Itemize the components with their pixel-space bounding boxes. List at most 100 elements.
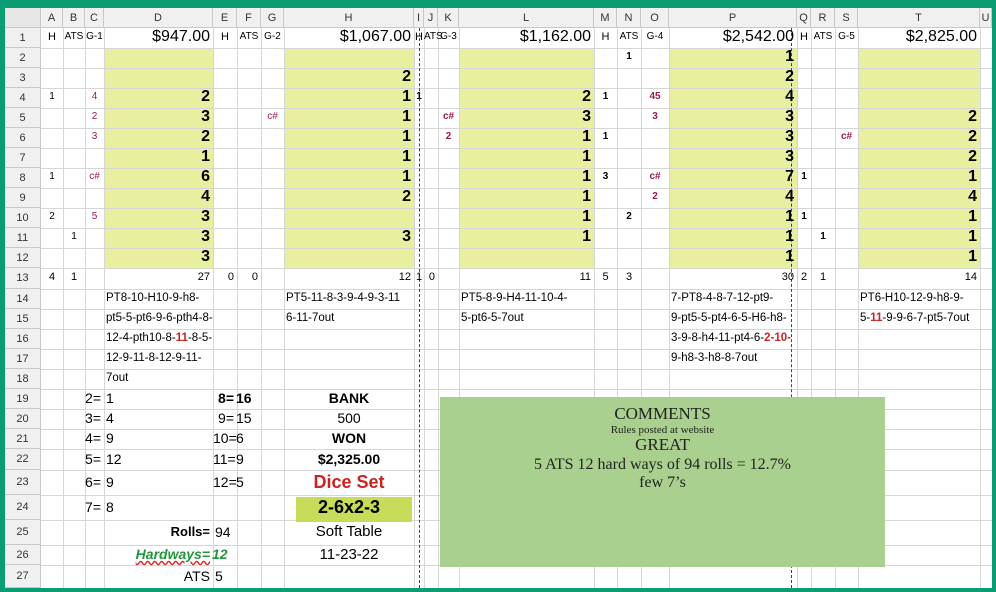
column-header-n[interactable]: N: [617, 8, 641, 28]
row-header-17[interactable]: 17: [5, 349, 41, 369]
row-header-23[interactable]: 23: [5, 470, 41, 495]
column-header-j[interactable]: J: [424, 8, 438, 28]
roll-sequence-line: 9-h8-3-h8-8-7out: [671, 352, 757, 365]
row-header-3[interactable]: 3: [5, 68, 41, 88]
ats-label: ATS: [183, 567, 210, 584]
game-flag: 45: [649, 91, 661, 102]
column-header-h[interactable]: H: [284, 8, 414, 28]
column-header-b[interactable]: B: [63, 8, 85, 28]
sequence-text: PT6-H10-12-9-h8-9-: [860, 292, 964, 304]
roll-count: 4: [968, 188, 977, 205]
bank-label: BANK: [328, 390, 370, 406]
ats-count: 2: [626, 211, 632, 222]
row-header-15[interactable]: 15: [5, 309, 41, 329]
sequence-text: 5-: [860, 312, 871, 324]
gridline-row: [41, 369, 992, 370]
roll-sequence-line: PT5-11-8-3-9-4-9-3-11: [286, 292, 400, 305]
column-total: 11: [579, 271, 591, 283]
roll-count: 6: [201, 168, 210, 185]
row-header-12[interactable]: 12: [5, 248, 41, 268]
column-header-i[interactable]: I: [414, 8, 424, 28]
column-header-t[interactable]: T: [858, 8, 980, 28]
won-value: $2,325.00: [317, 450, 381, 467]
column-header-s[interactable]: S: [835, 8, 858, 28]
roll-count: 1: [582, 228, 591, 245]
roll-count: 3: [582, 108, 591, 125]
column-header-k[interactable]: K: [438, 8, 459, 28]
roll-count: 1: [582, 148, 591, 165]
sequence-text: 3-9-8-h4-11-pt4-6-: [671, 332, 765, 344]
row-header-2[interactable]: 2: [5, 48, 41, 68]
comment-title: COMMENTS: [614, 404, 711, 423]
column-header-a[interactable]: A: [41, 8, 63, 28]
dice-total-count: 9: [236, 450, 244, 467]
row-header-25[interactable]: 25: [5, 520, 41, 545]
select-all-corner[interactable]: [5, 8, 41, 28]
comment-subtitle: Rules posted at website: [610, 423, 715, 436]
row-header-7[interactable]: 7: [5, 148, 41, 168]
group-game-label: G-3: [440, 31, 457, 42]
row-header-13[interactable]: 13: [5, 268, 41, 289]
sequence-text: 12-9-11-8-12-9-11-: [106, 352, 202, 364]
dice-total-label: 7=: [85, 498, 101, 515]
gridline-row: [41, 309, 992, 310]
column-header-e[interactable]: E: [213, 8, 237, 28]
row-header-6[interactable]: 6: [5, 128, 41, 148]
row-header-10[interactable]: 10: [5, 208, 41, 228]
group-ats-label: ATS: [424, 31, 443, 42]
row-header-1[interactable]: 1: [5, 28, 41, 48]
column-header-c[interactable]: C: [85, 8, 104, 28]
row-header-4[interactable]: 4: [5, 88, 41, 108]
row-header-21[interactable]: 21: [5, 429, 41, 449]
hit-count: 1: [49, 171, 55, 182]
ats-count: 1: [820, 231, 826, 242]
row-header-11[interactable]: 11: [5, 228, 41, 248]
hardway-highlight: 11: [175, 332, 188, 344]
spreadsheet-grid[interactable]: ABCDEFGHIJKLMNOPQRSTU 1 2 3 4 5 6 7 8 9 10 11 12 13 1…: [5, 8, 992, 588]
row-header-20[interactable]: 20: [5, 409, 41, 429]
column-header-f[interactable]: F: [237, 8, 261, 28]
column-header-m[interactable]: M: [594, 8, 617, 28]
row-header-8[interactable]: 8: [5, 168, 41, 188]
sequence-text: 6-11-7out: [286, 312, 335, 324]
gridline-col: [414, 28, 415, 588]
group-h-label: H: [221, 30, 229, 43]
row-header-18[interactable]: 18: [5, 369, 41, 389]
column-header-u[interactable]: U: [980, 8, 992, 28]
group-game-label: G-5: [838, 31, 855, 42]
hardway-highlight: 2-10: [764, 332, 788, 344]
sequence-text: 7out: [106, 372, 129, 384]
gridline-row: [41, 329, 992, 330]
group-ats-label: ATS: [619, 31, 639, 42]
column-total: 5: [602, 271, 609, 283]
column-header-q[interactable]: Q: [797, 8, 811, 28]
hit-count: 1: [801, 211, 807, 222]
row-header-26[interactable]: 26: [5, 545, 41, 565]
gridline-row: [41, 389, 992, 390]
row-header-24[interactable]: 24: [5, 495, 41, 520]
roll-sequence-line: 7-PT8-4-8-7-12-pt9-: [671, 292, 773, 305]
column-header-d[interactable]: D: [104, 8, 213, 28]
column-header-p[interactable]: P: [669, 8, 797, 28]
roll-count: 1: [968, 228, 977, 245]
column-header-l[interactable]: L: [459, 8, 594, 28]
row-header-16[interactable]: 16: [5, 329, 41, 349]
roll-sequence-line: 12-9-11-8-12-9-11-: [106, 352, 202, 365]
row-header-27[interactable]: 27: [5, 565, 41, 588]
row-header-22[interactable]: 22: [5, 449, 41, 470]
column-header-o[interactable]: O: [641, 8, 669, 28]
roll-count: 4: [785, 88, 794, 105]
group-game-label: G-1: [86, 31, 103, 42]
row-header-5[interactable]: 5: [5, 108, 41, 128]
roll-count: 3: [785, 108, 794, 125]
roll-count: 2: [201, 88, 210, 105]
column-header-r[interactable]: R: [811, 8, 835, 28]
row-header-19[interactable]: 19: [5, 389, 41, 409]
column-header-g[interactable]: G: [261, 8, 284, 28]
row-header-9[interactable]: 9: [5, 188, 41, 208]
hit-count: 1: [801, 171, 807, 182]
row-header-14[interactable]: 14: [5, 289, 41, 309]
group-ats-label: ATS: [813, 31, 833, 42]
group-h-label: H: [48, 30, 56, 43]
gridline-row: [41, 268, 992, 269]
